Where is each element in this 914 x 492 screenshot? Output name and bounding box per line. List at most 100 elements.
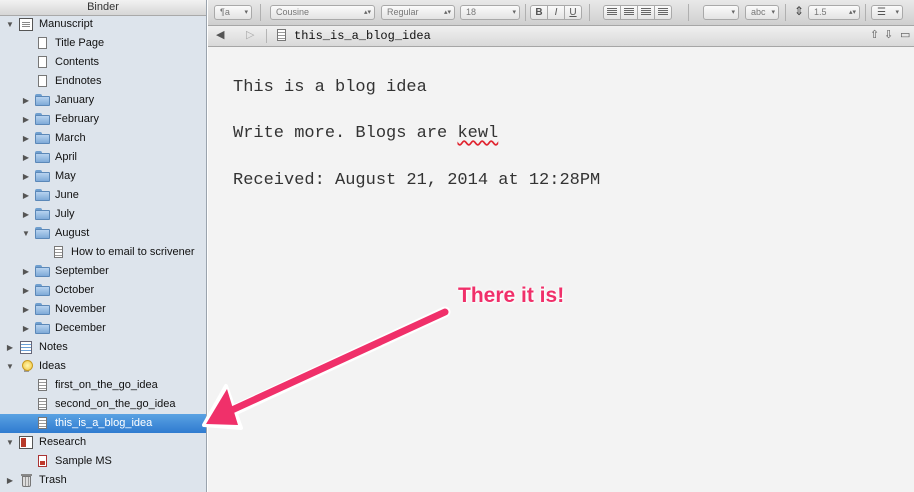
binder-item[interactable]: ▼ Manuscript [0, 15, 206, 34]
binder-item[interactable]: Endnotes [0, 72, 206, 91]
binder-item[interactable]: ▶ Notes [0, 338, 206, 357]
binder-item-label: Title Page [55, 37, 105, 49]
text-style-buttons: B I U [530, 5, 582, 20]
binder-item[interactable]: ▼ Research [0, 433, 206, 452]
annotation-callout: There it is! [458, 284, 565, 307]
binder-item[interactable]: ▼ Ideas [0, 357, 206, 376]
binder-item[interactable]: How to email to scrivener [0, 243, 206, 262]
highlight-label: abc [751, 7, 766, 17]
text-editor[interactable]: This is a blog idea Write more. Blogs ar… [208, 47, 914, 492]
disclosure-collapsed-icon[interactable]: ▶ [21, 205, 31, 224]
align-justify-button[interactable] [654, 5, 672, 20]
disclosure-collapsed-icon[interactable]: ▶ [21, 186, 31, 205]
binder-item[interactable]: ▶ December [0, 319, 206, 338]
align-justify-icon [658, 8, 668, 16]
binder-item[interactable]: ▶ March [0, 129, 206, 148]
bold-button[interactable]: B [530, 5, 548, 20]
disclosure-collapsed-icon[interactable]: ▶ [21, 262, 31, 281]
arrow-down-icon[interactable]: ⇩ [884, 28, 893, 41]
bulleted-list-icon: ☰ [877, 7, 886, 18]
font-size-select[interactable]: 18 ▾ [460, 5, 520, 20]
document-lines-icon [35, 417, 49, 430]
disclosure-collapsed-icon[interactable]: ▶ [5, 471, 15, 490]
binder-item[interactable]: ▶ April [0, 148, 206, 167]
editor-paragraph: Received: August 21, 2014 at 12:28PM [233, 171, 601, 190]
folder-icon [35, 151, 50, 164]
text-color-menu[interactable]: ▾ [703, 5, 739, 20]
navigate-back-icon[interactable]: ◀ [216, 28, 224, 41]
binder-item-label: June [55, 189, 79, 201]
highlight-color-menu[interactable]: abc ▾ [745, 5, 779, 20]
font-family-select[interactable]: Cousine ▴▾ [270, 5, 375, 20]
list-style-menu[interactable]: ☰ ▾ [871, 5, 903, 20]
split-editor-icon[interactable]: ▭ [900, 28, 910, 41]
disclosure-collapsed-icon[interactable]: ▶ [21, 281, 31, 300]
line-spacing-select[interactable]: 1.5 ▴▾ [808, 5, 860, 20]
chevron-updown-icon: ▴▾ [363, 9, 371, 16]
disclosure-collapsed-icon[interactable]: ▶ [21, 110, 31, 129]
disclosure-expanded-icon[interactable]: ▼ [21, 224, 31, 243]
disclosure-expanded-icon[interactable]: ▼ [5, 357, 15, 376]
binder-item-label: How to email to scrivener [71, 246, 195, 258]
editor-header-bar: ◀ ▷ this_is_a_blog_idea ⇧ ⇩ ▭ [208, 26, 914, 47]
folder-icon [35, 284, 50, 297]
document-icon [35, 56, 49, 69]
font-style-select[interactable]: Regular ▴▾ [381, 5, 455, 20]
align-left-button[interactable] [603, 5, 621, 20]
document-title[interactable]: this_is_a_blog_idea [294, 29, 431, 43]
chevron-updown-icon: ▴▾ [848, 9, 856, 16]
disclosure-collapsed-icon[interactable]: ▶ [21, 148, 31, 167]
binder-item[interactable]: ▶ May [0, 167, 206, 186]
binder-item-label: May [55, 170, 76, 182]
chevron-down-icon: ▾ [895, 9, 899, 16]
disclosure-collapsed-icon[interactable]: ▶ [21, 91, 31, 110]
binder-item[interactable]: ▶ September [0, 262, 206, 281]
binder-item-label: this_is_a_blog_idea [55, 417, 153, 429]
navigate-forward-icon[interactable]: ▷ [246, 28, 254, 41]
binder-item[interactable]: second_on_the_go_idea [0, 395, 206, 414]
binder-item-label: Research [39, 436, 87, 448]
underline-button[interactable]: U [564, 5, 582, 20]
align-center-icon [624, 8, 634, 16]
font-style-value: Regular [387, 7, 419, 17]
chevron-down-icon: ▾ [731, 9, 735, 16]
disclosure-collapsed-icon[interactable]: ▶ [21, 167, 31, 186]
line-spacing-value: 1.5 [814, 7, 827, 17]
binder-item-label: October [55, 284, 95, 296]
disclosure-collapsed-icon[interactable]: ▶ [21, 319, 31, 338]
binder-item[interactable]: ▶ Trash [0, 471, 206, 490]
alignment-buttons [603, 5, 672, 20]
binder-item-label: September [55, 265, 109, 277]
binder-item-label: Manuscript [39, 18, 93, 30]
toolbar-divider [260, 4, 261, 21]
toolbar-divider [589, 4, 590, 21]
binder-item[interactable]: ▶ July [0, 205, 206, 224]
binder-item[interactable]: Sample MS [0, 452, 206, 471]
align-right-button[interactable] [637, 5, 655, 20]
binder-item[interactable]: this_is_a_blog_idea [0, 414, 206, 433]
document-icon [35, 75, 49, 88]
disclosure-collapsed-icon[interactable]: ▶ [21, 300, 31, 319]
binder-item[interactable]: ▼ August [0, 224, 206, 243]
binder-item[interactable]: ▶ February [0, 110, 206, 129]
binder-item[interactable]: first_on_the_go_idea [0, 376, 206, 395]
disclosure-expanded-icon[interactable]: ▼ [5, 433, 15, 452]
binder-item[interactable]: ▶ November [0, 300, 206, 319]
binder-item[interactable]: Contents [0, 53, 206, 72]
italic-button[interactable]: I [547, 5, 565, 20]
paragraph-style-menu[interactable]: ¶a ▾ [214, 5, 252, 20]
binder-item[interactable]: ▶ June [0, 186, 206, 205]
binder-item[interactable]: Title Page [0, 34, 206, 53]
binder-sidebar: Binder ▼ Manuscript Title Page Contents Endn… [0, 0, 207, 492]
chevron-down-icon: ▾ [512, 9, 516, 16]
misspelled-word[interactable]: kewl [457, 124, 498, 143]
arrow-up-icon[interactable]: ⇧ [870, 28, 879, 41]
disclosure-expanded-icon[interactable]: ▼ [5, 15, 15, 34]
align-center-button[interactable] [620, 5, 638, 20]
disclosure-collapsed-icon[interactable]: ▶ [21, 129, 31, 148]
document-lines-icon[interactable] [274, 29, 288, 42]
disclosure-collapsed-icon[interactable]: ▶ [5, 338, 15, 357]
binder-item[interactable]: ▶ January [0, 91, 206, 110]
chevron-updown-icon: ▴▾ [443, 9, 451, 16]
binder-item[interactable]: ▶ October [0, 281, 206, 300]
